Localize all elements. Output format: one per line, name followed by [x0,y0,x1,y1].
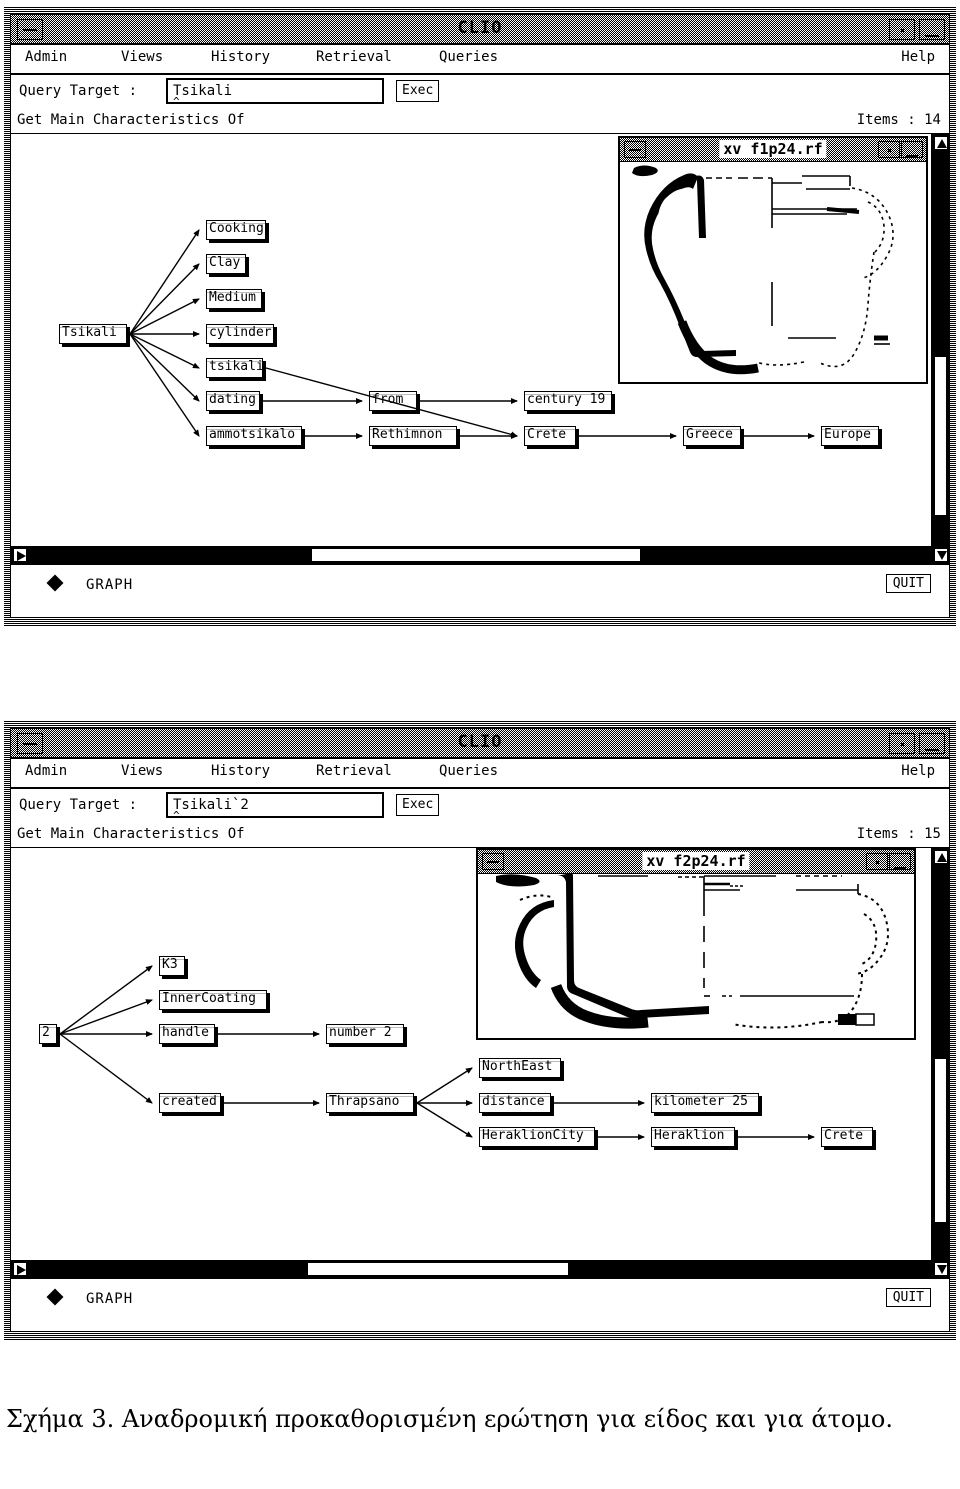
graph-canvas-wrap-2: Crete Heraklion HeraklionCity kilometer 25 d… [11,847,949,1278]
window-title-2: CLIO [457,732,503,752]
text-caret-1: ^ [173,95,180,108]
items-count-2: Items : 15 [856,826,941,842]
vertical-scrollbar-2[interactable] [931,848,949,1278]
clio-window-1: CLIO Admin Views History Retrieval Queri… [4,6,956,626]
graph-edge [59,1033,153,1104]
xv-image-body-2 [478,874,914,1038]
clio-window-2-frame: CLIO Admin Views History Retrieval Queri… [10,728,950,1332]
query-row-1: Query Target : Tsikali ^ Exec [11,75,949,109]
status-bar-1: GRAPH QUIT [11,564,949,605]
items-count-1: Items : 14 [856,112,941,128]
clio-window-2: CLIO Admin Views History Retrieval Queri… [4,720,956,1340]
titlebar-1: CLIO [11,15,949,45]
graph-canvas-1[interactable]: Europe Greece Crete century 19 Rethimnon from… [11,134,931,564]
graph-canvas-2[interactable]: Crete Heraklion HeraklionCity kilometer 25 d… [11,848,931,1278]
diamond-icon-2 [46,1288,64,1306]
query-description-1: Get Main Characteristics Of [17,112,245,128]
xv-window-title-2: xv f2p24.rf [642,852,750,870]
scroll-down-arrow-1[interactable] [934,548,948,562]
menu-views-2[interactable]: Views [121,763,163,779]
xv-image-window-2[interactable]: xv f2p24.rf [476,848,916,1040]
window-menu-button-1[interactable] [889,19,915,40]
menu-retrieval-1[interactable]: Retrieval [316,49,392,65]
query-target-input-1[interactable]: Tsikali ^ [166,78,384,108]
window-title-1: CLIO [457,18,503,38]
vessel-drawing-1 [632,165,894,375]
graph-edge [416,1067,473,1104]
maximize-button-2[interactable] [919,733,945,754]
xv-menu-button-2[interactable] [866,853,888,870]
scroll-right-arrow-1[interactable] [13,548,27,562]
exec-button-1[interactable]: Exec [396,80,440,102]
menu-admin-1[interactable]: Admin [25,49,67,65]
window-menu-button-2[interactable] [889,733,915,754]
query-target-label-2: Query Target : [19,797,138,813]
quit-button-1[interactable]: QUIT [885,574,931,593]
vertical-scroll-thumb-2[interactable] [934,1058,947,1223]
scroll-down-arrow-2[interactable] [934,1262,948,1276]
graph-edge [129,333,200,369]
graph-edge [129,333,200,437]
xv-minimize-button-2[interactable] [482,853,504,870]
menu-help-2[interactable]: Help [901,763,935,779]
graph-edge [129,298,200,335]
titlebar-2: CLIO [11,729,949,759]
vertical-scrollbar-1[interactable] [931,134,949,564]
xv-maximize-button-2[interactable] [889,853,911,870]
xv-window-title-1: xv f1p24.rf [719,140,827,158]
query-target-input-2[interactable]: Tsikali`2 ^ [166,792,384,822]
figure-caption: Σχήμα 3. Αναδρομική προκαθορισμένη ερώτη… [6,1405,893,1433]
query-row-2: Query Target : Tsikali`2 ^ Exec [11,789,949,823]
graph-edge [265,367,518,438]
scroll-up-arrow-2[interactable] [934,850,948,864]
horizontal-scroll-thumb-1[interactable] [311,548,641,562]
query-target-value-2: Tsikali`2 [173,797,249,813]
horizontal-scroll-thumb-2[interactable] [307,1262,569,1276]
query-description-2: Get Main Characteristics Of [17,826,245,842]
status-bar-2: GRAPH QUIT [11,1278,949,1319]
graph-mode-label-1: GRAPH [86,577,134,593]
xv-image-window-1[interactable]: xv f1p24.rf [618,136,928,384]
query-target-value-1: Tsikali [173,83,233,99]
graph-edge [129,229,200,335]
menu-queries-2[interactable]: Queries [439,763,498,779]
graph-edge [129,333,200,402]
clio-window-1-frame: CLIO Admin Views History Retrieval Queri… [10,14,950,618]
xv-maximize-button-1[interactable] [901,141,923,158]
text-caret-2: ^ [173,809,180,822]
query-target-label-1: Query Target : [19,83,138,99]
horizontal-scrollbar-1[interactable] [11,546,931,564]
graph-canvas-wrap-1: Europe Greece Crete century 19 Rethimnon from… [11,133,949,564]
menu-admin-2[interactable]: Admin [25,763,67,779]
graph-edge [129,263,200,335]
quit-button-2[interactable]: QUIT [885,1288,931,1307]
xv-menu-button-1[interactable] [878,141,900,158]
menu-history-2[interactable]: History [211,763,270,779]
xv-titlebar-1: xv f1p24.rf [620,138,926,162]
menu-help-1[interactable]: Help [901,49,935,65]
xv-minimize-button-1[interactable] [624,141,646,158]
menu-retrieval-2[interactable]: Retrieval [316,763,392,779]
graph-edge [59,965,153,1035]
maximize-button-1[interactable] [919,19,945,40]
vertical-scroll-thumb-1[interactable] [934,356,947,516]
scroll-up-arrow-1[interactable] [934,136,948,150]
exec-button-2[interactable]: Exec [396,794,440,816]
xv-image-body-1 [620,162,926,382]
menubar-1: Admin Views History Retrieval Queries He… [11,45,949,75]
menu-history-1[interactable]: History [211,49,270,65]
xv-titlebar-2: xv f2p24.rf [478,850,914,874]
graph-edge [416,1102,473,1138]
menu-views-1[interactable]: Views [121,49,163,65]
diamond-icon-1 [46,574,64,592]
menubar-2: Admin Views History Retrieval Queries He… [11,759,949,789]
horizontal-scrollbar-2[interactable] [11,1260,931,1278]
menu-queries-1[interactable]: Queries [439,49,498,65]
graph-mode-label-2: GRAPH [86,1291,134,1307]
sub-row-1: Get Main Characteristics Of Items : 14 [11,109,949,133]
scroll-right-arrow-2[interactable] [13,1262,27,1276]
graph-edge [59,999,153,1035]
vessel-drawing-2 [496,874,889,1029]
sub-row-2: Get Main Characteristics Of Items : 15 [11,823,949,847]
